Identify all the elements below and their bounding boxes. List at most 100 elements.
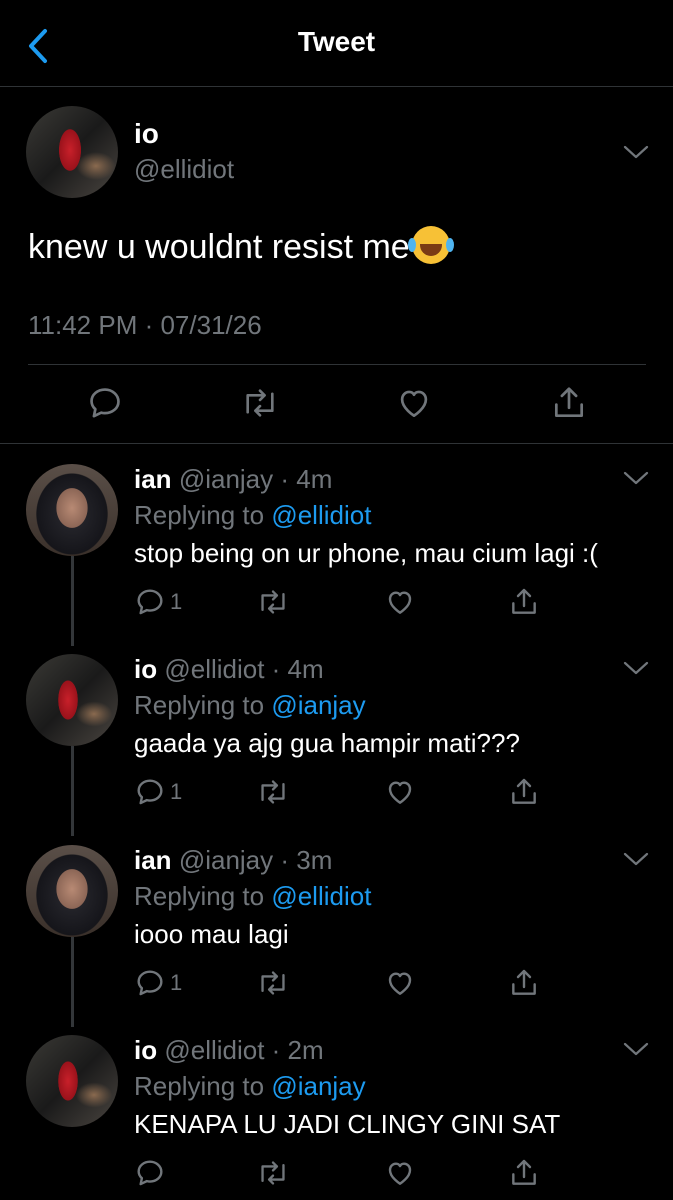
retweet-button[interactable]: [256, 776, 290, 808]
chevron-down-icon: [623, 471, 649, 485]
author-meta: @ellidiot · 4m: [164, 654, 324, 684]
share-button[interactable]: [550, 384, 588, 422]
retweet-icon: [261, 971, 285, 995]
reply-tweet[interactable]: ian @ianjay · 4m Replying to @ellidiot s…: [0, 446, 673, 636]
reply-button[interactable]: 1: [134, 967, 182, 999]
header: Tweet: [0, 0, 673, 87]
avatar[interactable]: [26, 654, 118, 746]
reply-text: KENAPA LU JADI CLINGY GINI SAT: [134, 1109, 561, 1139]
reply-header: io @ellidiot · 4m: [134, 654, 324, 685]
reply-button[interactable]: [134, 1157, 170, 1189]
author-meta: @ianjay · 3m: [178, 845, 333, 875]
reply-actions: [134, 1157, 554, 1197]
share-icon: [512, 588, 536, 614]
reply-text: stop being on ur phone, mau cium lagi :(: [134, 538, 598, 568]
like-button[interactable]: [384, 1157, 416, 1189]
reply-tweet[interactable]: io @ellidiot · 2m Replying to @ianjay KE…: [0, 1017, 673, 1200]
author-name[interactable]: io: [134, 118, 159, 150]
author-name[interactable]: io: [134, 1035, 157, 1065]
share-icon: [512, 778, 536, 804]
reply-count: 1: [170, 589, 183, 614]
reply-tweet[interactable]: io @ellidiot · 4m Replying to @ianjay ga…: [0, 636, 673, 826]
retweet-button[interactable]: [240, 384, 280, 422]
mention-link[interactable]: @ianjay: [271, 690, 365, 720]
page-title: Tweet: [297, 26, 376, 57]
replying-to: Replying to @ellidiot: [134, 881, 371, 912]
reply-text: iooo mau lagi: [134, 919, 289, 949]
author-meta: @ianjay · 4m: [178, 464, 333, 494]
author-handle[interactable]: @ellidiot: [134, 154, 234, 185]
reply-tweet[interactable]: ian @ianjay · 3m Replying to @ellidiot i…: [0, 827, 673, 1017]
avatar[interactable]: [26, 106, 118, 198]
replying-to-label: Replying to: [134, 881, 272, 911]
reply-count: 1: [170, 970, 183, 995]
reply-text: gaada ya ajg gua hampir mati???: [134, 728, 520, 758]
share-icon: [554, 387, 584, 418]
author-name[interactable]: ian: [134, 464, 172, 494]
like-button[interactable]: [384, 586, 416, 618]
retweet-icon: [261, 590, 285, 614]
tears-of-joy-emoji-icon: [407, 226, 450, 264]
replying-to: Replying to @ianjay: [134, 1071, 366, 1102]
reply-icon: [137, 1160, 163, 1186]
reply-button[interactable]: 1: [134, 586, 182, 618]
more-options-button[interactable]: [622, 1039, 650, 1059]
more-options-button[interactable]: [622, 468, 650, 488]
more-options-button[interactable]: [622, 849, 650, 869]
reply-actions: 1: [134, 586, 554, 626]
tweet-text: knew u wouldnt resist me: [28, 226, 450, 267]
tweet-text-body: knew u wouldnt resist me: [28, 228, 410, 266]
replying-to: Replying to @ellidiot: [134, 500, 371, 531]
reply-button[interactable]: 1: [134, 776, 182, 808]
replying-to-label: Replying to: [134, 690, 272, 720]
reply-actions: 1: [134, 967, 554, 1007]
author-name[interactable]: io: [134, 654, 157, 684]
heart-icon: [388, 1162, 412, 1185]
more-options-button[interactable]: [622, 142, 650, 162]
like-button[interactable]: [384, 967, 416, 999]
like-button[interactable]: [384, 776, 416, 808]
heart-icon: [388, 972, 412, 995]
reply-icon: [137, 779, 163, 805]
reply-header: ian @ianjay · 3m: [134, 845, 332, 876]
avatar[interactable]: [26, 1035, 118, 1127]
mention-link[interactable]: @ellidiot: [271, 881, 371, 911]
mention-link[interactable]: @ianjay: [271, 1071, 365, 1101]
chevron-down-icon: [623, 852, 649, 866]
retweet-icon: [261, 1161, 285, 1185]
share-button[interactable]: [508, 967, 540, 999]
replying-to-label: Replying to: [134, 500, 272, 530]
mention-link[interactable]: @ellidiot: [271, 500, 371, 530]
more-options-button[interactable]: [622, 658, 650, 678]
chevron-down-icon: [623, 661, 649, 675]
reply-header: io @ellidiot · 2m: [134, 1035, 324, 1066]
reply-icon: [137, 970, 163, 996]
heart-icon: [388, 781, 412, 804]
reply-button[interactable]: [86, 384, 124, 422]
avatar[interactable]: [26, 845, 118, 937]
reply-header: ian @ianjay · 4m: [134, 464, 332, 495]
share-button[interactable]: [508, 586, 540, 618]
retweet-button[interactable]: [256, 586, 290, 618]
heart-icon: [400, 390, 428, 418]
divider: [28, 364, 646, 365]
chevron-down-icon: [623, 1042, 649, 1056]
retweet-icon: [261, 780, 285, 804]
author-name[interactable]: ian: [134, 845, 172, 875]
share-icon: [512, 969, 536, 995]
like-button[interactable]: [395, 384, 433, 422]
share-button[interactable]: [508, 776, 540, 808]
tweet-timestamp[interactable]: 11:42 PM · 07/31/26: [28, 310, 262, 341]
chevron-down-icon: [623, 145, 649, 159]
share-icon: [512, 1159, 536, 1185]
retweet-button[interactable]: [256, 967, 290, 999]
retweet-icon: [246, 389, 274, 417]
reply-icon: [90, 388, 120, 418]
heart-icon: [388, 591, 412, 614]
share-button[interactable]: [508, 1157, 540, 1189]
reply-actions: 1: [134, 776, 554, 816]
reply-icon: [137, 589, 163, 615]
avatar[interactable]: [26, 464, 118, 556]
replying-to: Replying to @ianjay: [134, 690, 366, 721]
retweet-button[interactable]: [256, 1157, 290, 1189]
